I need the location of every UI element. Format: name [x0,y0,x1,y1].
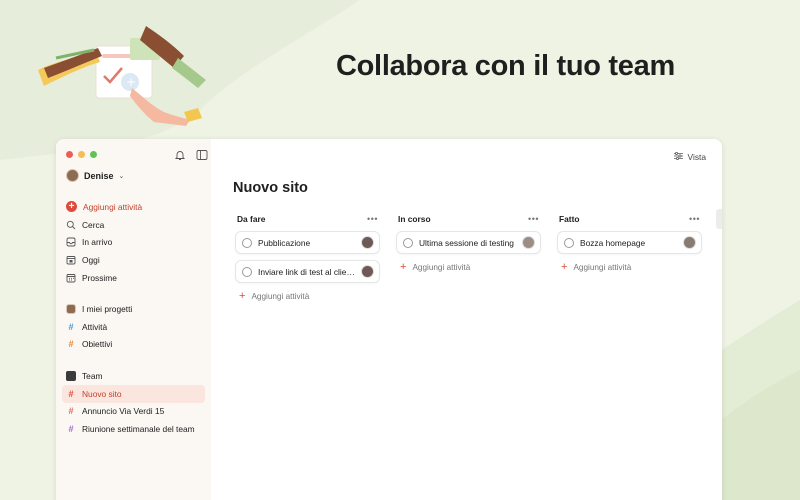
column-title: In corso [398,214,431,224]
sidebar-item-search[interactable]: Cerca [62,216,205,234]
sidebar-item-upcoming[interactable]: Prossime [62,269,205,287]
team-nav: Team # Nuovo sito # Annuncio Via Verdi 1… [62,367,205,438]
task-checkbox[interactable] [242,237,252,248]
task-title: Ultima sessione di testing [419,237,514,248]
column-title: Fatto [559,214,580,224]
more-options-icon[interactable]: ••• [367,214,378,224]
main-content: Vista Nuovo sito Da fare ••• Pubblicazio… [211,139,722,500]
column-header: Da fare ••• [235,213,380,225]
sidebar-item-label: Cerca [82,219,105,230]
sidebar-item-attivita[interactable]: # Attività [62,318,205,336]
bell-icon[interactable] [174,148,186,160]
sidebar-toggle-icon[interactable] [196,148,208,160]
user-menu[interactable]: Denise ⌄ [66,169,124,182]
add-task-button[interactable]: + Aggiungi attività [557,261,702,273]
more-options-icon[interactable]: ••• [689,214,700,224]
avatar [522,236,535,249]
board-column: Fatto ••• Bozza homepage + Aggiungi atti… [557,213,702,273]
avatar [361,236,374,249]
close-window-button[interactable] [66,151,73,158]
calendar-upcoming-icon [66,273,76,283]
task-title: Pubblicazione [258,237,311,248]
sidebar-item-label: Obiettivi [82,339,113,350]
add-task-label: Aggiungi attività [412,262,471,272]
task-card[interactable]: Bozza homepage [557,231,702,254]
chevron-down-icon: ⌄ [118,172,125,180]
add-task-label: Aggiungi attività [251,291,310,301]
board-column: Da fare ••• Pubblicazione Inviare link d… [235,213,380,302]
plus-icon: + [400,261,407,273]
scrollbar[interactable] [716,209,722,229]
add-task-label: Aggiungi attività [573,262,632,272]
plus-circle-icon: + [66,201,77,213]
hash-icon: # [68,339,74,350]
task-title: Bozza homepage [580,237,646,248]
avatar [683,236,696,249]
hash-icon: # [68,424,74,435]
avatar [66,169,79,182]
task-card[interactable]: Inviare link di test al clie… [235,260,380,283]
sidebar-item-label: Annuncio Via Verdi 15 [82,406,165,417]
column-title: Da fare [237,214,266,224]
calendar-today-icon [66,255,76,265]
view-label: Vista [687,152,706,162]
sidebar-item-label: Nuovo sito [82,388,122,399]
sliders-icon [673,151,684,163]
plus-icon: + [561,261,568,273]
zoom-window-button[interactable] [90,151,97,158]
add-task-label: Aggiungi attività [83,201,143,212]
view-button[interactable]: Vista [673,151,706,163]
hash-icon: # [68,406,74,417]
sidebar-section-label: Team [82,370,103,381]
add-task-button[interactable]: + Aggiungi attività [396,261,541,273]
minimize-window-button[interactable] [78,151,85,158]
sidebar-item-label: Attività [82,321,108,332]
projects-nav: I miei progetti # Attività # Obiettivi [62,300,205,353]
board-column: In corso ••• Ultima sessione di testing … [396,213,541,273]
sidebar-item-label: Riunione settimanale del team [82,424,195,435]
page-title: Nuovo sito [233,180,308,196]
add-task-button[interactable]: + Aggiungi attività [62,198,205,216]
sidebar-item-annuncio[interactable]: # Annuncio Via Verdi 15 [62,403,205,421]
avatar [361,265,374,278]
task-checkbox[interactable] [403,237,413,248]
avatar [66,303,76,314]
sidebar-item-today[interactable]: Oggi [62,251,205,269]
column-header: In corso ••• [396,213,541,225]
task-title: Inviare link di test al clie… [258,266,355,277]
user-name: Denise [84,170,114,181]
sidebar-item-inbox[interactable]: In arrivo [62,234,205,252]
sidebar-item-riunione[interactable]: # Riunione settimanale del team [62,420,205,438]
team-logo-icon [66,370,76,381]
primary-nav: + Aggiungi attività Cerca In arrivo Oggi… [62,198,205,287]
search-icon [66,220,76,230]
hash-icon: # [68,321,74,332]
add-task-button[interactable]: + Aggiungi attività [235,290,380,302]
task-checkbox[interactable] [242,266,252,277]
sidebar-item-label: Prossime [82,273,117,284]
sidebar-item-label: In arrivo [82,237,113,248]
inbox-icon [66,237,76,247]
sidebar-item-label: Oggi [82,255,100,266]
column-header: Fatto ••• [557,213,702,225]
sidebar-section-label: I miei progetti [82,303,133,314]
sidebar: Denise ⌄ + Aggiungi attività Cerca In ar… [56,139,211,500]
app-window: Denise ⌄ + Aggiungi attività Cerca In ar… [56,139,722,500]
hash-icon: # [68,388,74,399]
more-options-icon[interactable]: ••• [528,214,539,224]
sidebar-item-team[interactable]: Team [62,367,205,385]
task-checkbox[interactable] [564,237,574,248]
window-controls [66,151,97,158]
task-card[interactable]: Pubblicazione [235,231,380,254]
sidebar-item-obiettivi[interactable]: # Obiettivi [62,336,205,354]
plus-icon: + [239,290,246,302]
sidebar-item-nuovo-sito[interactable]: # Nuovo sito [62,384,205,403]
task-card[interactable]: Ultima sessione di testing [396,231,541,254]
hero-title: Collabora con il tuo team [336,50,675,82]
sidebar-item-my-projects[interactable]: I miei progetti [62,300,205,318]
